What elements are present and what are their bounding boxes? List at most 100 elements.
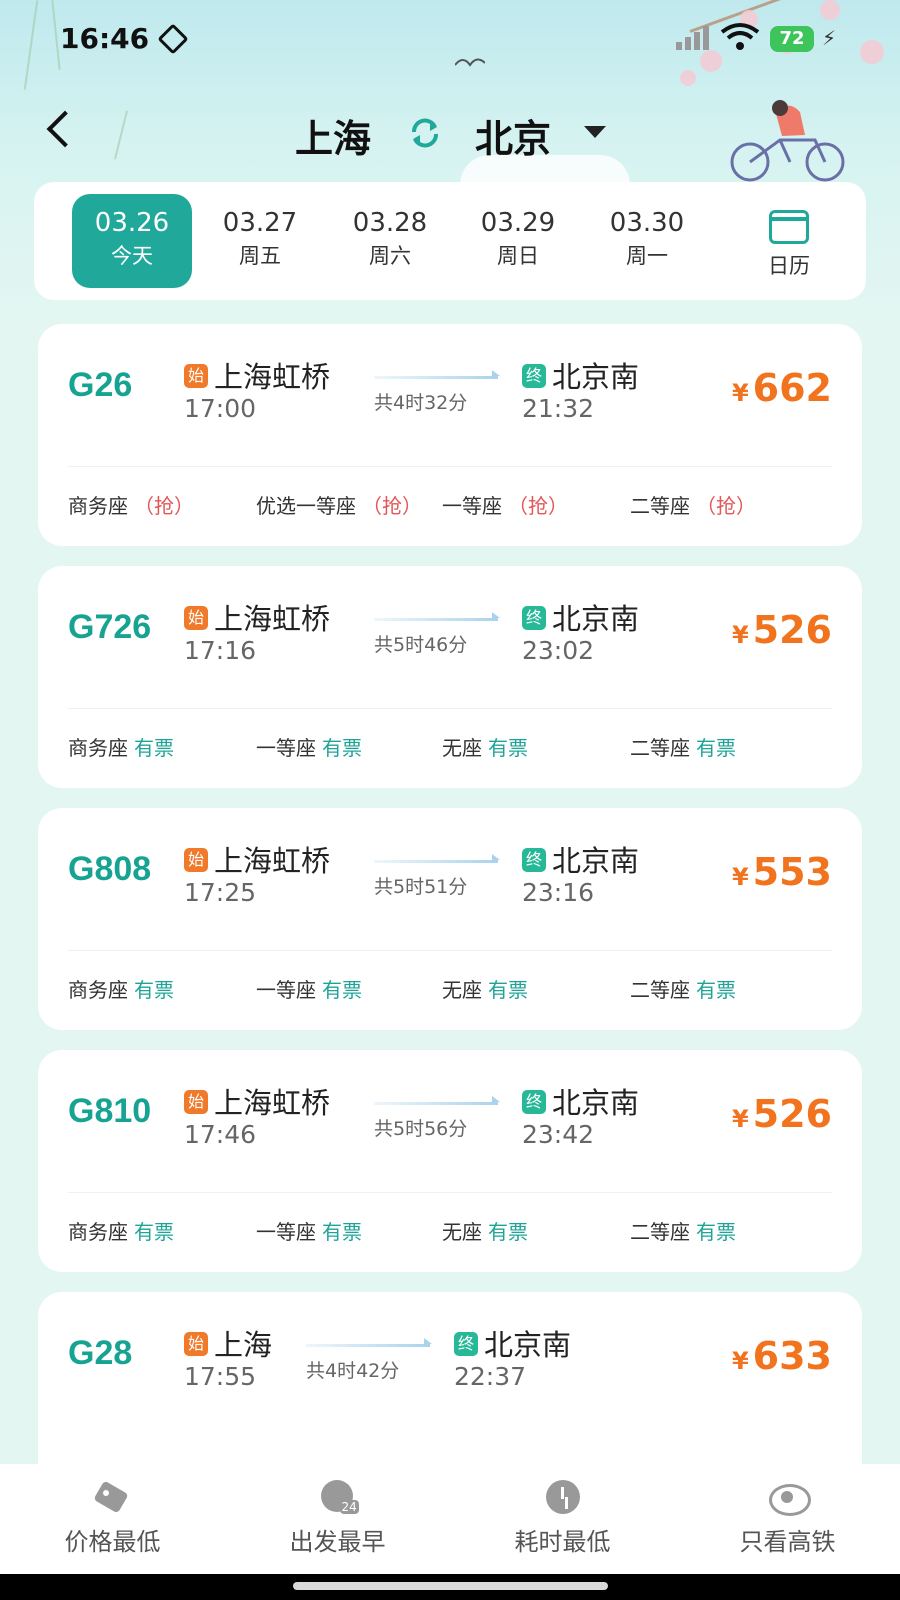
seat-status: 有票 [134,736,174,760]
train-number: G810 [68,1092,152,1130]
price-value: 526 [752,608,832,652]
filter-earliest-departure[interactable]: 24 出发最早 [225,1474,450,1557]
seat-availability[interactable]: 一等座 有票 [256,1216,362,1245]
duration-arrow [374,612,500,621]
seat-availability[interactable]: 一等座 有票 [256,732,362,761]
departure-time: 17:00 [184,394,257,423]
seat-availability[interactable]: 一等座 （抢） [442,490,568,519]
seat-availability[interactable]: 二等座 （抢） [630,490,756,519]
filter-high-speed-only[interactable]: 只看高铁 [675,1474,900,1557]
seat-class: 优选一等座 [256,494,356,518]
currency-symbol: ¥ [731,379,749,407]
from-city[interactable]: 上海 [295,108,371,163]
home-indicator[interactable] [293,1582,608,1590]
arrival-time: 21:32 [522,394,595,423]
seat-status: 有票 [488,1220,528,1244]
seat-class: 一等座 [256,978,316,1002]
train-card[interactable]: G726 始上海虹桥 17:16 共5时46分终北京南 23:02 ¥526 商务座 有票 一等… [38,566,862,788]
card-divider [68,466,832,467]
date-value: 03.27 [222,208,298,238]
seat-availability[interactable]: 无座 有票 [442,732,528,761]
train-number: G808 [68,850,152,888]
arrival-time: 23:42 [522,1120,595,1149]
arrival-station: 北京南 [552,1086,640,1120]
arrival-time: 22:37 [454,1362,527,1391]
date-tab[interactable]: 03.29 周日 [458,194,578,288]
duration-arrow [306,1338,432,1347]
currency-symbol: ¥ [731,621,749,649]
seat-status: 有票 [322,736,362,760]
seat-availability[interactable]: 商务座 有票 [68,732,174,761]
date-weekday: 周日 [497,244,539,268]
tag-icon [93,1478,133,1516]
seat-availability[interactable]: 二等座 有票 [630,732,736,761]
duration-arrow [374,854,500,863]
date-tab[interactable]: 03.28 周六 [330,194,450,288]
start-station-badge: 始 [184,1090,208,1114]
start-station-badge: 始 [184,1332,208,1356]
calendar-label[interactable]: 日历 [764,250,814,280]
date-value: 03.30 [609,208,685,238]
dropdown-icon[interactable] [584,126,606,138]
calendar-icon[interactable] [769,210,809,244]
departure-station: 上海虹桥 [214,1086,331,1120]
departure-time: 17:16 [184,636,257,665]
seat-class: 二等座 [630,978,690,1002]
duration-arrow [374,1096,500,1105]
seat-availability[interactable]: 二等座 有票 [630,974,736,1003]
ticket-price: ¥526 [732,1092,832,1136]
arrival-station: 北京南 [552,360,640,394]
seat-class: 商务座 [68,736,128,760]
departure-time: 17:55 [184,1362,257,1391]
departure-station: 上海虹桥 [214,360,331,394]
price-value: 526 [752,1092,832,1136]
seat-class: 一等座 [256,736,316,760]
departure-station: 上海虹桥 [214,602,331,636]
seat-availability[interactable]: 无座 有票 [442,974,528,1003]
seat-availability[interactable]: 二等座 有票 [630,1216,736,1245]
seat-class: 无座 [442,736,482,760]
eye-icon [768,1478,811,1516]
seat-status: 有票 [696,978,736,1002]
seat-status: 有票 [696,736,736,760]
filter-label: 只看高铁 [739,1528,836,1556]
seat-status: 有票 [134,978,174,1002]
trip-duration: 共4时32分 [374,392,468,414]
seat-availability[interactable]: 商务座 有票 [68,974,174,1003]
train-card[interactable]: G26 始上海虹桥 17:00 共4时32分终北京南 21:32 ¥662 商务座 （抢） 优选… [38,324,862,546]
seat-availability[interactable]: 无座 有票 [442,1216,528,1245]
seat-availability[interactable]: 一等座 有票 [256,974,362,1003]
date-value: 03.26 [94,208,170,238]
seat-class: 无座 [442,978,482,1002]
seat-availability[interactable]: 商务座 有票 [68,1216,174,1245]
seat-status: （抢） [508,494,568,518]
to-city[interactable]: 北京 [475,108,551,163]
filter-label: 耗时最低 [514,1528,611,1556]
currency-symbol: ¥ [731,1347,749,1375]
date-selector: 03.26 今天 03.27 周五 03.28 周六 03.29 周日 03.3… [34,182,866,300]
battery-level: 72 [770,26,814,52]
seat-status: 有票 [134,1220,174,1244]
date-tab-today[interactable]: 03.26 今天 [72,194,192,288]
date-value: 03.29 [480,208,556,238]
trip-duration: 共4时42分 [306,1360,400,1382]
ticket-price: ¥526 [732,608,832,652]
date-tab[interactable]: 03.27 周五 [200,194,320,288]
charging-icon: ⚡ [822,26,837,50]
date-weekday: 周一 [626,244,668,268]
train-card[interactable]: G810 始上海虹桥 17:46 共5时56分终北京南 23:42 ¥526 商务座 有票 一等… [38,1050,862,1272]
duration-arrow [374,370,500,379]
arrival-station: 北京南 [552,844,640,878]
filter-shortest-duration[interactable]: 耗时最低 [450,1474,675,1557]
departure-time: 17:46 [184,1120,257,1149]
swap-icon[interactable] [408,118,442,148]
date-weekday: 周五 [239,244,281,268]
date-tab[interactable]: 03.30 周一 [587,194,707,288]
filter-lowest-price[interactable]: 价格最低 [0,1474,225,1557]
train-card[interactable]: G808 始上海虹桥 17:25 共5时51分终北京南 23:16 ¥553 商务座 有票 一等… [38,808,862,1030]
cyclist-illustration [730,100,845,182]
seat-status: 有票 [322,978,362,1002]
seat-availability[interactable]: 商务座 （抢） [68,490,194,519]
seat-availability[interactable]: 优选一等座 （抢） [256,490,422,519]
seat-status: 有票 [488,978,528,1002]
